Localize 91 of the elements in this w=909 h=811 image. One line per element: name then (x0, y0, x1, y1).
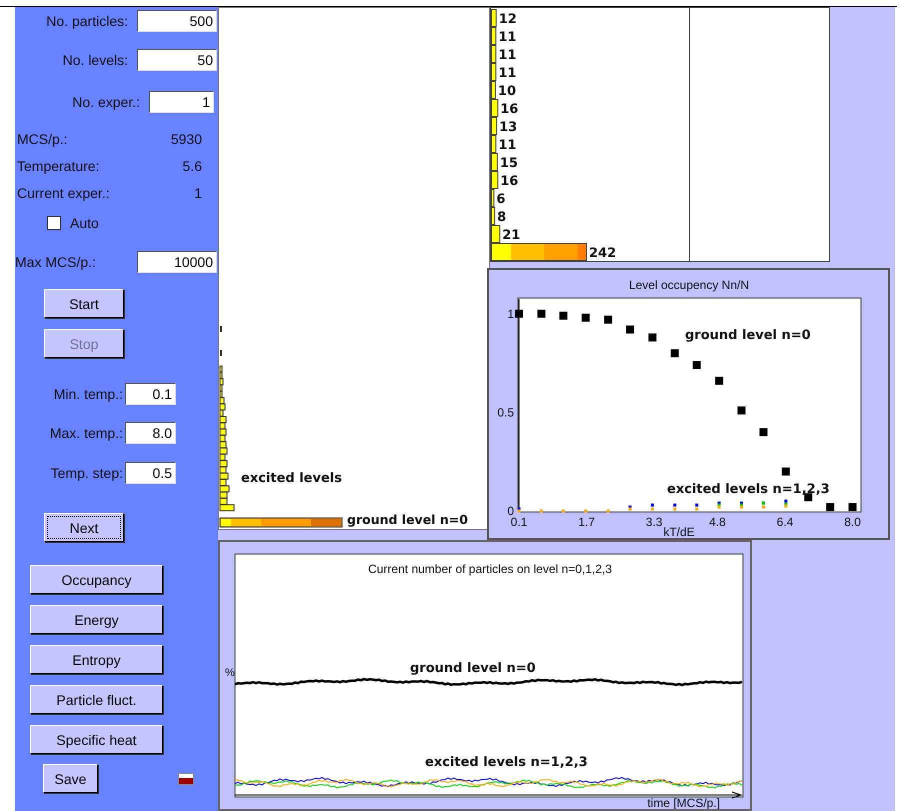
bar-value-label: 8 (497, 210, 506, 225)
point (650, 508, 654, 511)
bar-value-label: 11 (498, 66, 516, 81)
point (648, 333, 656, 342)
input-field[interactable]: 1 (149, 91, 214, 113)
ground-level-label: ground level n=0 (347, 512, 468, 527)
point (782, 468, 790, 476)
point (540, 510, 543, 512)
point (626, 326, 634, 334)
readout-value: 5.6 (182, 158, 203, 174)
field-label: Max MCS/p.: (15, 254, 97, 270)
x-tick-label: 3.3 (646, 515, 662, 529)
point (670, 349, 679, 358)
y-tick-label: 0.5 (497, 405, 514, 420)
checkbox[interactable] (47, 216, 61, 230)
readout-label: Temperature: (17, 158, 100, 174)
bar-value-label: 21 (502, 228, 520, 243)
field-label: Min. temp.: (52, 386, 124, 402)
chart-title: Current number of particles on level n=0,1,2,3 (368, 562, 612, 576)
save-button[interactable]: Save (43, 764, 98, 793)
point (604, 316, 612, 324)
excited-levels-label: excited levels n=1,2,3 (425, 755, 588, 770)
input-field[interactable]: 0.5 (125, 462, 176, 484)
y-tick-label: 1 (507, 306, 514, 321)
x-axis-label: kT/dE (663, 525, 695, 538)
readout-label: MCS/p.: (17, 131, 69, 147)
input-field[interactable]: 500 (137, 10, 217, 32)
field-label: No. particles: (45, 13, 129, 29)
field-label: No. levels: (62, 52, 129, 68)
readout-value: 1 (193, 185, 203, 201)
input-field[interactable]: 50 (137, 49, 217, 71)
plot-button[interactable]: Entropy (30, 645, 163, 674)
status-indicator-icon (178, 772, 194, 784)
bar-value-label: 6 (496, 192, 506, 207)
point (762, 506, 765, 509)
point (584, 510, 588, 512)
bar-value-label: 11 (498, 138, 516, 153)
field-label: No. exper.: (71, 94, 141, 110)
point (695, 508, 698, 511)
x-tick-label: 1.7 (578, 515, 595, 529)
x-tick-label: 4.8 (709, 515, 726, 529)
bar-value-label: 16 (500, 174, 518, 189)
field-label: Max. temp.: (48, 425, 124, 441)
point (559, 312, 568, 320)
y-axis-label: % (225, 667, 235, 679)
bar-value-label: 12 (498, 12, 517, 27)
bar-value-label: 16 (500, 102, 518, 117)
y-tick-label: 0 (507, 504, 514, 518)
point (606, 510, 610, 512)
readout-value: 5930 (170, 131, 203, 147)
chart-title: Level occupency Nn/N (628, 278, 750, 292)
point (515, 310, 523, 318)
checkbox-label: Auto (70, 215, 99, 231)
series-label: excited levels n=1,2,3 (667, 482, 830, 497)
point (673, 504, 676, 507)
plot-button[interactable]: Occupancy (30, 565, 163, 594)
input-field[interactable]: 8.0 (125, 422, 176, 444)
x-tick-label: 0.1 (510, 515, 528, 529)
excited-levels-label: excited levels (241, 471, 342, 486)
plot-button[interactable]: Energy (30, 605, 163, 634)
x-tick-label: 8.0 (844, 515, 861, 529)
point (784, 500, 788, 503)
point (673, 508, 676, 511)
point (562, 510, 565, 512)
point (695, 504, 698, 507)
point (738, 406, 746, 414)
plot-button[interactable]: Specific heat (30, 725, 163, 754)
point (692, 361, 701, 370)
next-button[interactable]: Next (44, 513, 124, 542)
series-label: ground level n=0 (685, 328, 811, 343)
start-button[interactable]: Start (44, 289, 124, 318)
bar-value-label: 242 (589, 246, 616, 261)
bar-value-label: 11 (498, 48, 516, 63)
point (537, 310, 546, 318)
point (826, 503, 834, 512)
input-field[interactable]: 0.1 (125, 383, 176, 405)
ground-level-label: ground level n=0 (410, 661, 536, 676)
bar-value-label: 15 (500, 156, 518, 171)
plot-button[interactable]: Particle fluct. (30, 685, 163, 714)
readout-label: Current exper.: (17, 185, 111, 201)
bar-value-label: 10 (498, 84, 516, 99)
point (759, 428, 768, 436)
point (715, 376, 724, 385)
bar-value-label: 13 (499, 120, 518, 135)
point (650, 504, 654, 507)
point (582, 314, 590, 322)
input-field[interactable]: 10000 (137, 251, 217, 273)
bar-value-label: 11 (498, 30, 516, 45)
point (848, 503, 857, 512)
field-label: Temp. step: (50, 465, 124, 481)
x-tick-label: 6.4 (776, 515, 794, 529)
